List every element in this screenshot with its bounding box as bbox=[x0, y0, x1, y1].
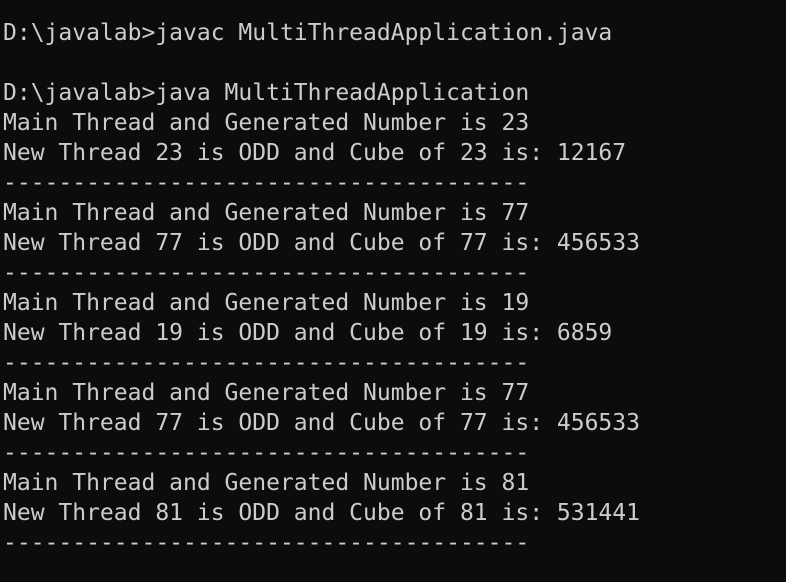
separator-line: -------------------------------------- bbox=[3, 170, 530, 196]
separator-line: -------------------------------------- bbox=[3, 350, 530, 376]
command-line-java: D:\javalab>java MultiThreadApplication bbox=[3, 80, 530, 106]
separator-line: -------------------------------------- bbox=[3, 440, 530, 466]
command-line-javac: D:\javalab>javac MultiThreadApplication.… bbox=[3, 20, 613, 46]
output-line-new-thread: New Thread 81 is ODD and Cube of 81 is: … bbox=[3, 500, 640, 526]
output-line-main-thread: Main Thread and Generated Number is 81 bbox=[3, 470, 530, 496]
separator-line: -------------------------------------- bbox=[3, 530, 530, 556]
output-line-new-thread: New Thread 23 is ODD and Cube of 23 is: … bbox=[3, 140, 627, 166]
output-line-main-thread: Main Thread and Generated Number is 19 bbox=[3, 290, 530, 316]
output-line-new-thread: New Thread 77 is ODD and Cube of 77 is: … bbox=[3, 230, 640, 256]
output-line-new-thread: New Thread 77 is ODD and Cube of 77 is: … bbox=[3, 410, 640, 436]
console-output[interactable]: D:\javalab>javac MultiThreadApplication.… bbox=[0, 0, 786, 582]
output-line-main-thread: Main Thread and Generated Number is 77 bbox=[3, 200, 530, 226]
output-line-main-thread: Main Thread and Generated Number is 77 bbox=[3, 380, 530, 406]
output-line-main-thread: Main Thread and Generated Number is 23 bbox=[3, 110, 530, 136]
output-line-new-thread: New Thread 19 is ODD and Cube of 19 is: … bbox=[3, 320, 613, 346]
separator-line: -------------------------------------- bbox=[3, 260, 530, 286]
